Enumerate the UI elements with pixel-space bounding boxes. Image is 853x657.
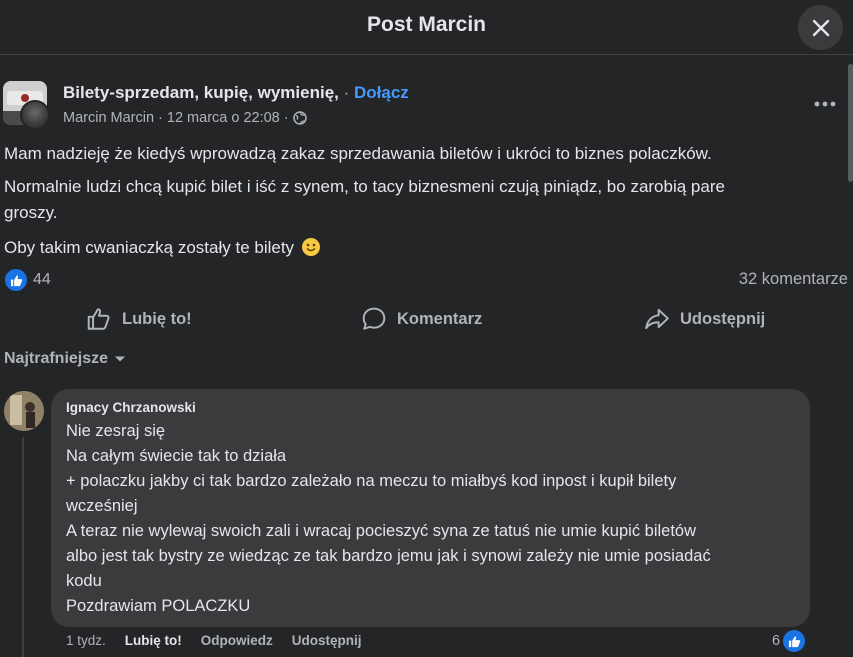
comment-reply-button[interactable]: Odpowiedz — [201, 633, 273, 648]
share-button-label: Udostępnij — [680, 309, 766, 328]
post-paragraph-2a: Normalnie ludzi chcą kupić bilet i iść z… — [4, 177, 725, 196]
comment-line: Nie zesraj się — [66, 422, 166, 440]
post-action-bar: Lubię to! Komentarz Udostępnij — [0, 300, 853, 338]
globe-icon — [292, 111, 307, 125]
post-paragraph-1: Mam nadzieję że kiedyś wprowadzą zakaz s… — [4, 144, 712, 163]
comment-button[interactable]: Komentarz — [361, 300, 482, 338]
comment-bubble-icon — [362, 307, 386, 330]
post-avatar[interactable] — [3, 81, 50, 130]
comment-time-link[interactable]: 1 tydz. — [66, 633, 106, 648]
meta-separator: · — [158, 110, 163, 126]
comment-line: Pozdrawiam POLACZKU — [66, 597, 251, 615]
share-arrow-icon — [645, 308, 669, 330]
comment-actions: 1 tydz. Lubię to! Odpowiedz Udostępnij — [66, 633, 362, 648]
thread-line — [22, 437, 24, 657]
group-name-link[interactable]: Bilety-sprzedam, kupię, wymienię, — [63, 83, 339, 102]
like-button[interactable]: Lubię to! — [86, 300, 192, 338]
like-button-label: Lubię to! — [122, 309, 192, 328]
comment-line: wcześniej — [66, 497, 138, 515]
more-options-icon — [814, 101, 836, 107]
reaction-count: 44 — [33, 271, 51, 288]
comment-share-button[interactable]: Udostępnij — [292, 633, 362, 648]
comment-line: albo jest tak bystry ze wiedząc ze tak b… — [66, 547, 711, 565]
author-avatar[interactable] — [20, 100, 50, 130]
comment-author-link[interactable]: Ignacy Chrzanowski — [66, 400, 196, 415]
meta-separator-2: · — [283, 110, 289, 126]
comment-sort-dropdown[interactable]: Najtrafniejsze — [4, 350, 126, 368]
comment-like-button[interactable]: Lubię to! — [125, 633, 182, 648]
more-options-button[interactable] — [806, 90, 844, 118]
comment-button-label: Komentarz — [397, 309, 483, 328]
comment-like-reaction-icon — [783, 630, 806, 652]
post-paragraph-3-text: Oby takim cwaniaczką zostały te bilety — [4, 238, 295, 257]
post-meta: Marcin Marcin · 12 marca o 22:08 · — [63, 110, 307, 126]
comment-line: Na całym świecie tak to działa — [66, 447, 287, 465]
comment-line: kodu — [66, 572, 102, 590]
separator-dot: · — [343, 83, 350, 102]
thumbs-up-icon — [87, 308, 110, 330]
sort-label: Najtrafniejsze — [4, 350, 109, 367]
comment-reaction-count: 6 — [772, 633, 781, 649]
like-reaction-icon — [5, 269, 27, 291]
post-date-link[interactable]: 12 marca o 22:08 — [167, 110, 280, 126]
join-group-link[interactable]: Dołącz — [354, 83, 409, 102]
post-reactions[interactable]: 44 — [5, 269, 51, 291]
share-button[interactable]: Udostępnij — [644, 300, 765, 338]
post-paragraph-3: Oby takim cwaniaczką zostały te bilety — [4, 235, 834, 261]
close-button[interactable] — [798, 5, 843, 50]
dialog-title: Post Marcin — [366, 13, 487, 36]
author-name-link[interactable]: Marcin Marcin — [63, 110, 154, 126]
smile-emoji-icon — [301, 238, 320, 256]
caret-down-icon — [115, 356, 126, 362]
comment-line: A teraz nie wylewaj swoich zali i wracaj… — [66, 522, 697, 540]
comments-count-link[interactable]: 32 komentarze — [739, 270, 848, 289]
commenter-avatar[interactable] — [4, 391, 44, 431]
close-icon — [812, 19, 829, 36]
dialog-header: Post Marcin — [0, 0, 853, 55]
post-paragraph-2b: groszy. — [4, 203, 58, 222]
scrollbar[interactable] — [848, 64, 853, 182]
comment-reactions[interactable]: 6 — [772, 630, 806, 652]
post-group-line: Bilety-sprzedam, kupię, wymienię, · Dołą… — [63, 83, 409, 103]
comment-line: + polaczku jakby ci tak bardzo zależało … — [66, 472, 677, 490]
